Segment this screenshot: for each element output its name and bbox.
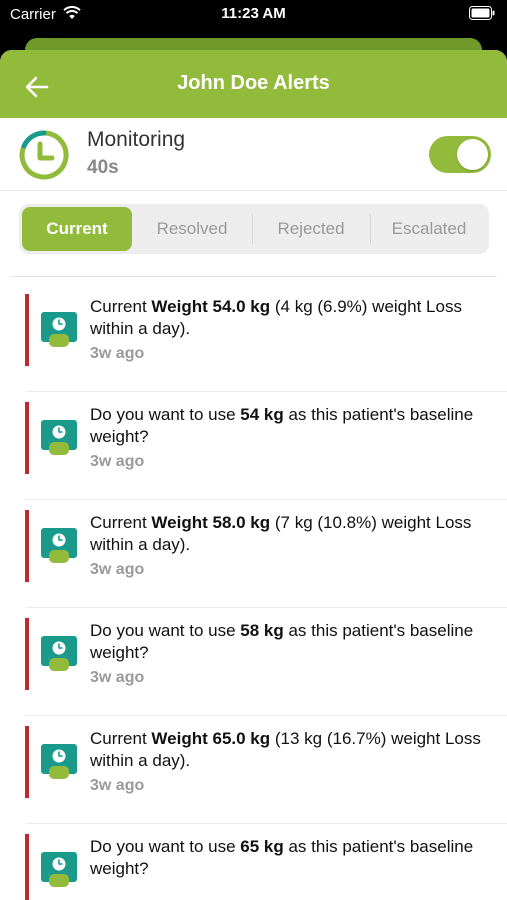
alert-message-prefix: Current xyxy=(90,297,152,316)
alert-timestamp: 3w ago xyxy=(90,669,145,686)
header-bar: John Doe Alerts xyxy=(0,50,507,118)
alert-status-tabs: Current Resolved Rejected Escalated xyxy=(19,204,489,254)
monitoring-toggle[interactable] xyxy=(429,136,491,173)
alert-message-value: 58 kg xyxy=(240,621,284,640)
alert-message: Do you want to use 58 kg as this patient… xyxy=(90,620,495,664)
alert-timestamp: 3w ago xyxy=(90,345,145,362)
alert-severity-bar xyxy=(25,834,29,900)
clock-icon xyxy=(19,130,69,180)
weight-scale-icon xyxy=(41,636,77,672)
alert-severity-bar xyxy=(25,294,29,366)
monitoring-title: Monitoring xyxy=(87,128,186,151)
alert-message: Current Weight 54.0 kg (4 kg (6.9%) weig… xyxy=(90,296,495,340)
status-time: 11:23 AM xyxy=(221,5,286,22)
alert-message-prefix: Current xyxy=(90,729,152,748)
alert-severity-bar xyxy=(25,726,29,798)
alert-severity-bar xyxy=(25,510,29,582)
tab-current[interactable]: Current xyxy=(22,207,132,251)
page-title: John Doe Alerts xyxy=(177,72,330,94)
tab-resolved[interactable]: Resolved xyxy=(136,207,248,251)
alert-message-prefix: Do you want to use xyxy=(90,837,241,856)
alert-message-value: 65 kg xyxy=(240,837,284,856)
alert-message: Do you want to use 54 kg as this patient… xyxy=(90,404,495,448)
alert-timestamp: 3w ago xyxy=(90,453,145,470)
weight-scale-icon xyxy=(41,744,77,780)
tab-escalated[interactable]: Escalated xyxy=(372,207,486,251)
alert-timestamp: 3w ago xyxy=(90,561,145,578)
status-bar: Carrier 11:23 AM xyxy=(0,0,507,30)
alert-message-value: Weight 65.0 kg xyxy=(151,729,271,748)
alerts-sheet: John Doe Alerts Monitoring 40s Current R… xyxy=(0,50,507,900)
alert-item[interactable]: Current Weight 65.0 kg (13 kg (16.7%) we… xyxy=(25,716,507,824)
monitoring-duration: 40s xyxy=(87,157,119,178)
weight-scale-icon xyxy=(41,852,77,888)
weight-scale-icon xyxy=(41,528,77,564)
alert-severity-bar xyxy=(25,618,29,690)
tab-divider xyxy=(370,214,371,244)
alert-item[interactable]: Current Weight 58.0 kg (7 kg (10.8%) wei… xyxy=(25,500,507,608)
toggle-knob xyxy=(457,139,488,170)
alert-item[interactable]: Do you want to use 65 kg as this patient… xyxy=(25,824,507,900)
alert-message-prefix: Current xyxy=(90,513,152,532)
alert-message: Current Weight 58.0 kg (7 kg (10.8%) wei… xyxy=(90,512,495,556)
alert-message-value: 54 kg xyxy=(240,405,284,424)
tab-rejected[interactable]: Rejected xyxy=(254,207,368,251)
alert-item[interactable]: Current Weight 54.0 kg (4 kg (6.9%) weig… xyxy=(25,284,507,392)
alert-item[interactable]: Do you want to use 58 kg as this patient… xyxy=(25,608,507,716)
list-divider xyxy=(10,276,497,277)
alert-timestamp: 3w ago xyxy=(90,777,145,794)
alert-message-prefix: Do you want to use xyxy=(90,405,241,424)
battery-icon xyxy=(469,6,495,20)
alert-message: Current Weight 65.0 kg (13 kg (16.7%) we… xyxy=(90,728,495,772)
alert-message: Do you want to use 65 kg as this patient… xyxy=(90,836,495,880)
alert-severity-bar xyxy=(25,402,29,474)
alert-item[interactable]: Do you want to use 54 kg as this patient… xyxy=(25,392,507,500)
alert-message-value: Weight 54.0 kg xyxy=(151,297,271,316)
weight-scale-icon xyxy=(41,420,77,456)
alert-message-prefix: Do you want to use xyxy=(90,621,241,640)
alert-message-value: Weight 58.0 kg xyxy=(151,513,271,532)
monitoring-row: Monitoring 40s xyxy=(0,118,507,191)
weight-scale-icon xyxy=(41,312,77,348)
tab-divider xyxy=(252,214,253,244)
